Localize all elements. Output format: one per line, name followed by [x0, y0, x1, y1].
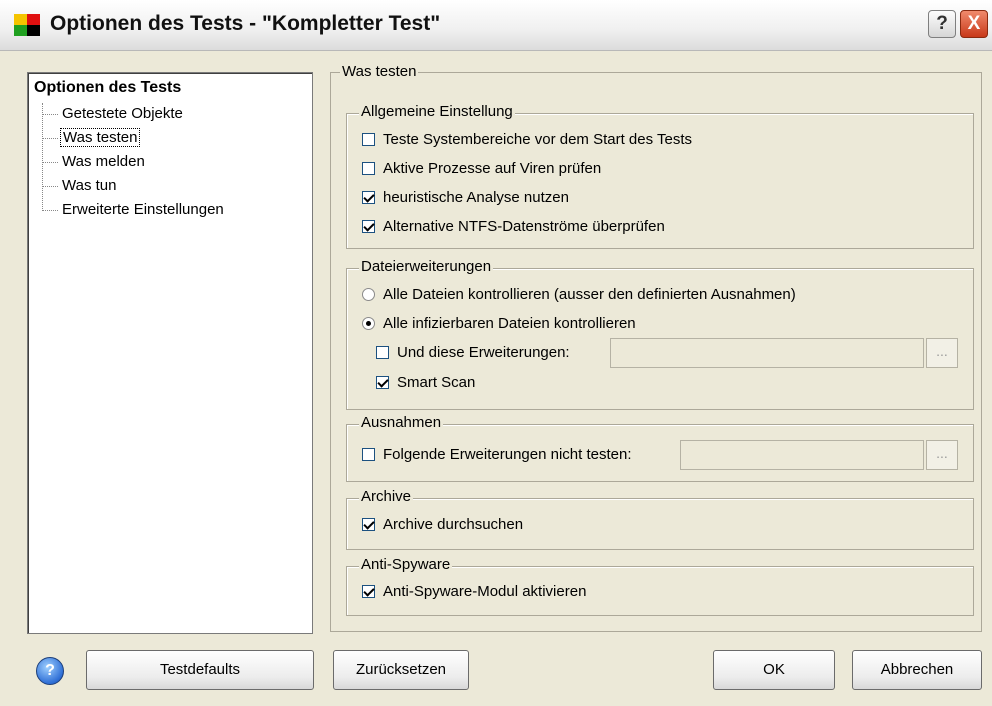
option-active-processes[interactable]: Aktive Prozesse auf Viren prüfen [362, 157, 601, 181]
tree-item-label: Was testen [60, 128, 141, 147]
tree-item-was-testen[interactable]: Was testen [42, 127, 141, 149]
group-archives-label: Archive [359, 488, 414, 505]
tree-item-label: Getestete Objekte [62, 105, 183, 122]
radio-button[interactable] [362, 288, 375, 301]
tree-item-label: Erweiterte Einstellungen [62, 201, 224, 218]
help-icon[interactable]: ? [36, 657, 64, 685]
option-label: Smart Scan [397, 374, 476, 391]
group-general-label: Allgemeine Einstellung [359, 103, 515, 120]
tree-item-label: Was tun [62, 177, 117, 194]
option-label: Archive durchsuchen [383, 516, 524, 533]
option-label: Anti-Spyware-Modul aktivieren [383, 583, 587, 600]
radio-all-files[interactable]: Alle Dateien kontrollieren (ausser den d… [362, 283, 796, 307]
option-skip-extensions[interactable]: Folgende Erweiterungen nicht testen: [362, 443, 632, 467]
cancel-button[interactable]: Abbrechen [852, 650, 982, 690]
checkbox-checked[interactable] [362, 191, 375, 204]
ok-button[interactable]: OK [713, 650, 835, 690]
checkbox-checked[interactable] [376, 376, 389, 389]
option-label: Alternative NTFS-Datenströme überprüfen [383, 218, 665, 235]
option-label: Teste Systembereiche vor dem Start des T… [383, 131, 693, 148]
option-search-archives[interactable]: Archive durchsuchen [362, 513, 523, 537]
close-button[interactable]: X [960, 10, 988, 38]
tree-item-was-melden[interactable]: Was melden [42, 151, 147, 173]
option-system-areas[interactable]: Teste Systembereiche vor dem Start des T… [362, 128, 692, 152]
radio-button-selected[interactable] [362, 317, 375, 330]
option-label: Folgende Erweiterungen nicht testen: [383, 446, 632, 463]
window-title: Optionen des Tests - "Kompletter Test" [50, 12, 441, 35]
checkbox[interactable] [362, 162, 375, 175]
option-label: Alle infizierbaren Dateien kontrollieren [383, 315, 636, 332]
option-antispyware-module[interactable]: Anti-Spyware-Modul aktivieren [362, 580, 586, 604]
option-and-these-extensions[interactable]: Und diese Erweiterungen: [376, 341, 570, 365]
reset-button[interactable]: Zurücksetzen [333, 650, 469, 690]
option-heuristic[interactable]: heuristische Analyse nutzen [362, 186, 569, 210]
option-label: Aktive Prozesse auf Viren prüfen [383, 160, 602, 177]
tree-item-label: Was melden [62, 153, 145, 170]
tree-item-getestete-objekte[interactable]: Getestete Objekte [42, 103, 185, 125]
checkbox[interactable] [362, 448, 375, 461]
option-ntfs-streams[interactable]: Alternative NTFS-Datenströme überprüfen [362, 215, 665, 239]
group-antispyware-label: Anti-Spyware [359, 556, 453, 573]
extensions-field[interactable] [610, 338, 924, 368]
checkbox-checked[interactable] [362, 585, 375, 598]
pane-title: Was testen [340, 63, 419, 80]
tree-root[interactable]: Optionen des Tests [34, 79, 181, 97]
browse-extensions-button[interactable]: ... [926, 338, 958, 368]
group-extensions-label: Dateierweiterungen [359, 258, 494, 275]
checkbox[interactable] [376, 346, 389, 359]
checkbox[interactable] [362, 133, 375, 146]
tree-item-was-tun[interactable]: Was tun [42, 175, 118, 197]
tree-item-erweiterte-einstellungen[interactable]: Erweiterte Einstellungen [42, 199, 226, 221]
testdefaults-button[interactable]: Testdefaults [86, 650, 314, 690]
option-label: Und diese Erweiterungen: [397, 344, 570, 361]
checkbox-checked[interactable] [362, 220, 375, 233]
skip-extensions-field[interactable] [680, 440, 924, 470]
options-tree[interactable]: Optionen des Tests Getestete Objekte Was… [27, 72, 313, 634]
option-label: heuristische Analyse nutzen [383, 189, 569, 206]
option-smart-scan[interactable]: Smart Scan [376, 371, 475, 395]
options-dialog: Optionen des Tests - "Kompletter Test" ?… [0, 0, 992, 706]
browse-skip-button[interactable]: ... [926, 440, 958, 470]
group-exclusions-label: Ausnahmen [359, 414, 444, 431]
checkbox-checked[interactable] [362, 518, 375, 531]
option-label: Alle Dateien kontrollieren (ausser den d… [383, 286, 796, 303]
help-title-button[interactable]: ? [928, 10, 956, 38]
radio-infectable-files[interactable]: Alle infizierbaren Dateien kontrollieren [362, 312, 636, 336]
title-bar[interactable]: Optionen des Tests - "Kompletter Test" ?… [0, 0, 992, 51]
app-icon [14, 14, 40, 36]
